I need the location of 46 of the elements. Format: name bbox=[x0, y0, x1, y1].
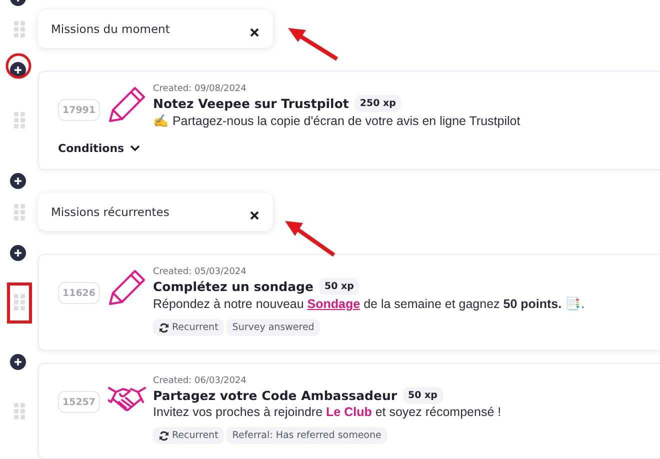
mission-description: Répondez à notre nouveau Sondage de la semaine et gagnez 50 points. 📑. bbox=[153, 296, 585, 311]
close-icon bbox=[250, 210, 259, 220]
survey-link[interactable]: Sondage bbox=[307, 297, 360, 311]
drag-handle-icon[interactable] bbox=[14, 112, 24, 129]
mission-title: Notez Veepee sur Trustpilot bbox=[153, 96, 349, 111]
plus-icon bbox=[14, 358, 22, 366]
conditions-toggle[interactable]: Conditions bbox=[58, 142, 140, 155]
mission-id: 11626 bbox=[58, 282, 100, 304]
xp-badge: 250 xp bbox=[354, 95, 401, 112]
xp-badge: 50 xp bbox=[403, 387, 442, 404]
add-button[interactable] bbox=[10, 245, 26, 261]
annotation-arrow bbox=[288, 28, 338, 61]
chevron-down-icon bbox=[130, 145, 140, 152]
tag-label: Recurrent bbox=[172, 430, 218, 441]
plus-icon bbox=[14, 177, 22, 185]
created-date: Created: 06/03/2024 bbox=[153, 376, 248, 387]
tag: Referral: Has referred someone bbox=[226, 427, 388, 444]
mission-title: Complétez un sondage bbox=[153, 279, 314, 294]
tag-label: Recurrent bbox=[172, 322, 218, 333]
xp-badge: 50 xp bbox=[319, 278, 359, 295]
created-date: Created: 05/03/2024 bbox=[153, 267, 248, 278]
pencil-icon bbox=[108, 269, 146, 307]
mission-description: Invitez vos proches à rejoindre Le Club et soyez récompensé ! bbox=[153, 405, 502, 419]
drag-handle-icon[interactable] bbox=[14, 402, 24, 420]
refresh-icon bbox=[159, 322, 169, 332]
drag-handle-icon[interactable] bbox=[14, 20, 24, 38]
plus-icon bbox=[14, 66, 22, 74]
plus-icon bbox=[14, 249, 22, 257]
mission-title: Partagez votre Code Ambassadeur bbox=[153, 388, 398, 403]
mission-id: 17991 bbox=[58, 99, 100, 121]
tag: Survey answered bbox=[226, 319, 320, 336]
add-button[interactable] bbox=[10, 354, 26, 370]
annotation-circle bbox=[6, 53, 32, 79]
annotation-rectangle bbox=[7, 282, 32, 324]
drag-handle-icon[interactable] bbox=[14, 204, 24, 220]
mission-id: 15257 bbox=[58, 391, 100, 413]
drag-handle-icon[interactable] bbox=[14, 294, 24, 311]
add-button[interactable] bbox=[10, 173, 26, 189]
refresh-icon bbox=[159, 430, 169, 440]
section-title: Missions du moment bbox=[51, 22, 170, 36]
pencil-icon bbox=[108, 86, 146, 124]
mission-description: ✍ Partagez-nous la copie d'écran de votre avis en ligne Trustpilot bbox=[153, 113, 520, 128]
section-title: Missions récurrentes bbox=[51, 205, 170, 219]
close-icon bbox=[250, 28, 259, 36]
created-date: Created: 09/08/2024 bbox=[153, 84, 248, 95]
annotation-arrow bbox=[285, 221, 336, 257]
